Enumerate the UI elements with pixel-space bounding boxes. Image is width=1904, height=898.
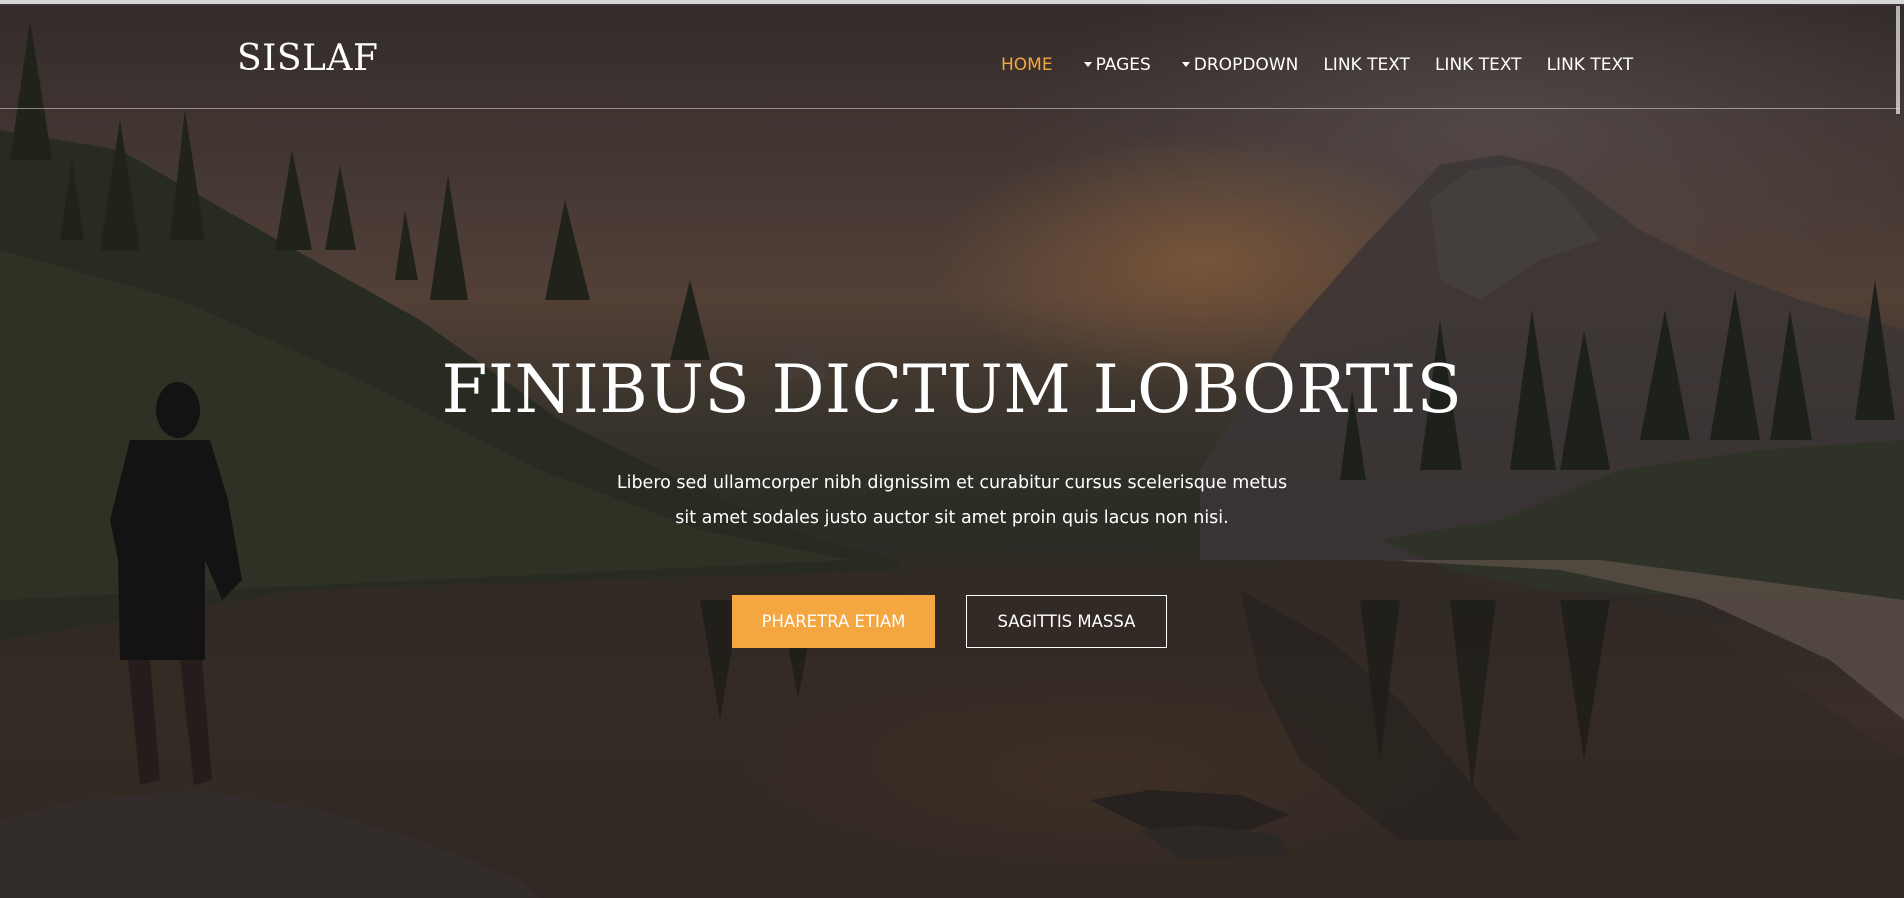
nav-item-link-1[interactable]: LINK TEXT: [1323, 55, 1410, 75]
nav-item-link-2[interactable]: LINK TEXT: [1435, 55, 1522, 75]
nav-item-dropdown[interactable]: DROPDOWN: [1181, 55, 1299, 75]
navbar: SISLAF HOME PAGES DROPDOWN LINK TEXT LIN…: [0, 6, 1900, 114]
hero-title: FINIBUS DICTUM LOBORTIS: [441, 351, 1463, 428]
sagittis-massa-button[interactable]: SAGITTIS MASSA: [966, 595, 1167, 648]
scrollbar-edge: [1896, 6, 1900, 114]
nav-item-label: HOME: [1001, 55, 1053, 75]
hero-subtitle-line-2: sit amet sodales justo auctor sit amet p…: [675, 508, 1229, 528]
hero-subtitle-line-1: Libero sed ullamcorper nibh dignissim et…: [616, 473, 1288, 493]
caret-down-icon: [1083, 61, 1092, 67]
main-nav: HOME PAGES DROPDOWN LINK TEXT LINK TEXT …: [1001, 50, 1633, 80]
nav-item-label: LINK TEXT: [1434, 55, 1522, 75]
nav-item-link-3[interactable]: LINK TEXT: [1547, 55, 1634, 75]
nav-item-pages[interactable]: PAGES: [1083, 55, 1151, 75]
hero-dark-overlay: [0, 0, 1904, 898]
nav-item-label: DROPDOWN: [1193, 55, 1299, 75]
nav-item-label: LINK TEXT: [1546, 55, 1634, 75]
nav-item-label: LINK TEXT: [1323, 55, 1410, 75]
caret-down-icon: [1181, 61, 1190, 67]
pharetra-etiam-button[interactable]: PHARETRA ETIAM: [732, 595, 935, 648]
nav-item-home[interactable]: HOME: [1001, 55, 1053, 75]
site-logo[interactable]: SISLAF: [237, 38, 378, 79]
hero-section: [0, 0, 1904, 898]
nav-item-label: PAGES: [1095, 55, 1151, 75]
hero-subtitle: Libero sed ullamcorper nibh dignissim et…: [602, 466, 1302, 536]
